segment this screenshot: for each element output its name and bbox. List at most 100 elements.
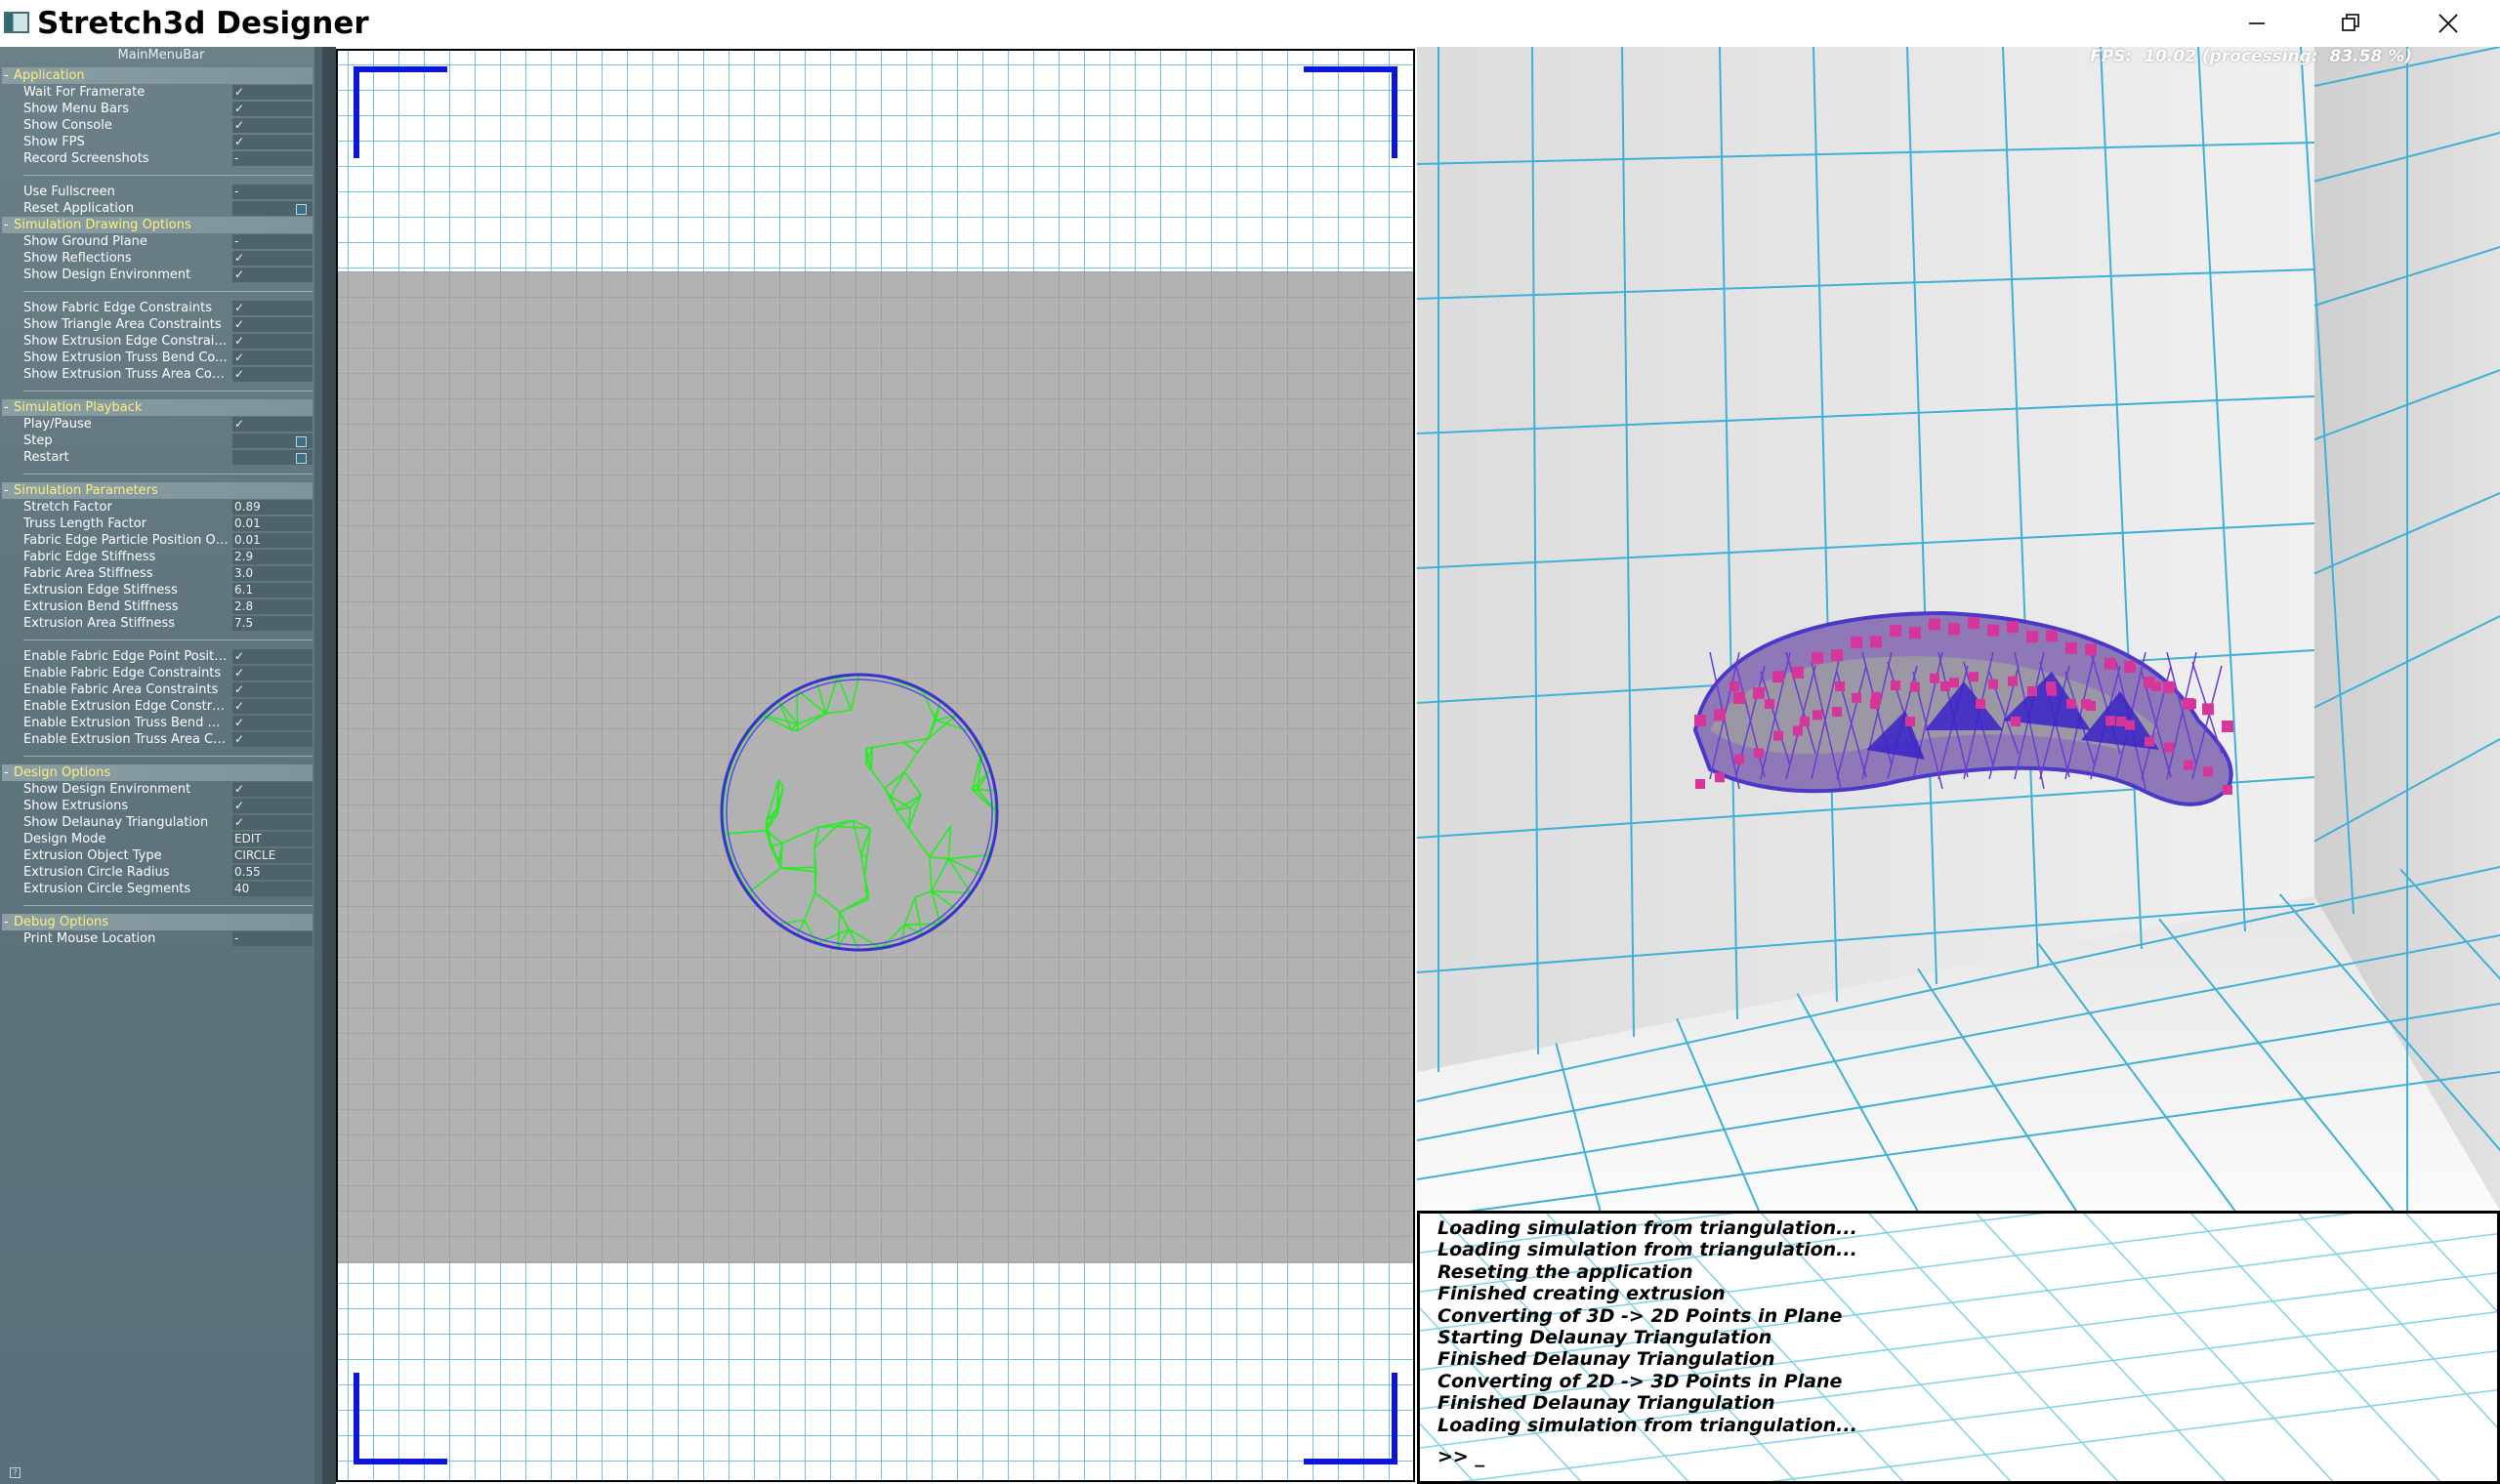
section-debug-options[interactable]: - Debug Options [2, 914, 312, 930]
menu-item-value[interactable]: 0.01 [232, 516, 312, 531]
collapse-icon[interactable]: - [4, 914, 9, 930]
menu-item-value[interactable]: 6.1 [232, 583, 312, 598]
button-square-icon[interactable] [296, 204, 307, 215]
collapse-icon[interactable]: - [4, 764, 9, 781]
menu-item-show-reflections[interactable]: Show Reflections ✓ [0, 250, 314, 267]
section-simulation-parameters[interactable]: - Simulation Parameters [2, 482, 312, 499]
menu-item-wait-for-framerate[interactable]: Wait For Framerate ✓ [0, 84, 314, 101]
console-prompt[interactable]: >> _ [1438, 1446, 1484, 1467]
menu-item-show-fabric-edge-constraints[interactable]: Show Fabric Edge Constraints ✓ [0, 300, 314, 316]
menu-item-button[interactable] [232, 201, 312, 216]
menu-item-extrusion-object-type[interactable]: Extrusion Object Type CIRCLE [0, 847, 314, 864]
menu-item-enable-fabric-edge-constraints[interactable]: Enable Fabric Edge Constraints ✓ [0, 665, 314, 681]
menu-item-checkbox[interactable]: - [232, 234, 312, 249]
menu-item-value[interactable]: 3.0 [232, 566, 312, 581]
section-design-options[interactable]: - Design Options [2, 764, 312, 781]
menu-item-value[interactable]: 7.5 [232, 616, 312, 631]
menu-item-show-design-environment[interactable]: Show Design Environment ✓ [0, 267, 314, 283]
button-square-icon[interactable] [296, 436, 307, 447]
menu-item-checkbox[interactable]: ✓ [232, 102, 312, 116]
menu-item-reset-application[interactable]: Reset Application [0, 200, 314, 217]
menu-item-value[interactable]: EDIT [232, 832, 312, 846]
menu-item-checkbox[interactable]: ✓ [232, 699, 312, 714]
menu-item-checkbox[interactable]: ✓ [232, 799, 312, 813]
menu-item-step[interactable]: Step [0, 433, 314, 449]
menu-item-value[interactable]: 2.8 [232, 599, 312, 614]
section-simulation-playback[interactable]: - Simulation Playback [2, 399, 312, 416]
menu-item-checkbox[interactable]: ✓ [232, 815, 312, 830]
menu-item-checkbox[interactable]: ✓ [232, 135, 312, 149]
section-simulation-drawing-options[interactable]: - Simulation Drawing Options [2, 217, 312, 233]
menu-item-checkbox[interactable]: - [232, 931, 312, 946]
menu-item-checkbox[interactable]: ✓ [232, 666, 312, 680]
menu-item-checkbox[interactable]: ✓ [232, 317, 312, 332]
menu-item-fabric-edge-particle-position-of[interactable]: Fabric Edge Particle Position Of... 0.01 [0, 532, 314, 549]
menu-item-show-extrusion-edge-constrain[interactable]: Show Extrusion Edge Constrain... ✓ [0, 333, 314, 350]
menu-item-restart[interactable]: Restart [0, 449, 314, 466]
menu-item-extrusion-circle-segments[interactable]: Extrusion Circle Segments 40 [0, 881, 314, 897]
menu-item-checkbox[interactable]: ✓ [232, 732, 312, 747]
menu-item-show-menu-bars[interactable]: Show Menu Bars ✓ [0, 101, 314, 117]
menu-item-button[interactable] [232, 450, 312, 465]
menu-item-checkbox[interactable]: ✓ [232, 649, 312, 664]
menu-item-show-extrusion-truss-bend-co[interactable]: Show Extrusion Truss Bend Co... ✓ [0, 350, 314, 366]
menu-item-extrusion-area-stiffness[interactable]: Extrusion Area Stiffness 7.5 [0, 615, 314, 632]
menu-item-value[interactable]: 2.9 [232, 550, 312, 564]
menu-item-play-pause[interactable]: Play/Pause ✓ [0, 416, 314, 433]
restore-button[interactable] [2297, 0, 2404, 47]
menu-item-show-ground-plane[interactable]: Show Ground Plane - [0, 233, 314, 250]
collapse-icon[interactable]: - [4, 399, 9, 416]
menu-item-checkbox[interactable]: - [232, 185, 312, 199]
collapse-icon[interactable]: - [4, 482, 9, 499]
menu-item-show-extrusion-truss-area-con[interactable]: Show Extrusion Truss Area Con... ✓ [0, 366, 314, 383]
menu-item-truss-length-factor[interactable]: Truss Length Factor 0.01 [0, 515, 314, 532]
menu-item-checkbox[interactable]: - [232, 151, 312, 166]
button-square-icon[interactable] [296, 453, 307, 464]
menu-item-value[interactable]: 0.01 [232, 533, 312, 548]
simulation-view[interactable]: FPS: 10.02 (processing: 83.58 %) [1417, 47, 2500, 1211]
menu-item-checkbox[interactable]: ✓ [232, 682, 312, 697]
menu-item-show-extrusions[interactable]: Show Extrusions ✓ [0, 798, 314, 814]
panel-scrollbar[interactable] [314, 47, 322, 1484]
menu-item-show-console[interactable]: Show Console ✓ [0, 117, 314, 134]
collapse-icon[interactable]: - [4, 217, 9, 233]
menu-item-checkbox[interactable]: ✓ [232, 118, 312, 133]
menu-item-checkbox[interactable]: ✓ [232, 716, 312, 730]
collapse-icon[interactable]: - [4, 67, 9, 84]
menu-item-enable-extrusion-truss-area-co[interactable]: Enable Extrusion Truss Area Co... ✓ [0, 731, 314, 748]
menu-item-fabric-edge-stiffness[interactable]: Fabric Edge Stiffness 2.9 [0, 549, 314, 565]
menu-item-enable-extrusion-edge-constrai[interactable]: Enable Extrusion Edge Constrai... ✓ [0, 698, 314, 715]
menu-item-show-triangle-area-constraints[interactable]: Show Triangle Area Constraints ✓ [0, 316, 314, 333]
menu-item-extrusion-circle-radius[interactable]: Extrusion Circle Radius 0.55 [0, 864, 314, 881]
menu-item-value[interactable]: 0.55 [232, 865, 312, 880]
section-application[interactable]: - Application [2, 67, 312, 84]
menu-item-checkbox[interactable]: ✓ [232, 85, 312, 100]
console-panel[interactable]: Loading simulation from triangulation...… [1417, 1211, 2500, 1484]
close-button[interactable] [2395, 0, 2500, 47]
menu-item-checkbox[interactable]: ✓ [232, 251, 312, 266]
circle-extrusion-mesh[interactable] [713, 666, 1006, 959]
menu-item-enable-fabric-area-constraints[interactable]: Enable Fabric Area Constraints ✓ [0, 681, 314, 698]
panel-divider[interactable] [322, 47, 336, 1484]
menu-item-show-design-environment[interactable]: Show Design Environment ✓ [0, 781, 314, 798]
menu-item-show-delaunay-triangulation[interactable]: Show Delaunay Triangulation ✓ [0, 814, 314, 831]
menu-item-enable-fabric-edge-point-positio[interactable]: Enable Fabric Edge Point Positio... ✓ [0, 648, 314, 665]
menu-item-checkbox[interactable]: ✓ [232, 782, 312, 797]
menu-item-design-mode[interactable]: Design Mode EDIT [0, 831, 314, 847]
menu-item-checkbox[interactable]: ✓ [232, 334, 312, 349]
menu-item-use-fullscreen[interactable]: Use Fullscreen - [0, 184, 314, 200]
menu-item-print-mouse-location[interactable]: Print Mouse Location - [0, 930, 314, 947]
menu-item-extrusion-edge-stiffness[interactable]: Extrusion Edge Stiffness 6.1 [0, 582, 314, 598]
menu-item-button[interactable] [232, 433, 312, 448]
menu-item-checkbox[interactable]: ✓ [232, 301, 312, 315]
menu-item-stretch-factor[interactable]: Stretch Factor 0.89 [0, 499, 314, 515]
menu-item-checkbox[interactable]: ✓ [232, 417, 312, 432]
design-view[interactable] [336, 49, 1415, 1482]
menu-item-show-fps[interactable]: Show FPS ✓ [0, 134, 314, 150]
menu-item-enable-extrusion-truss-bend-c[interactable]: Enable Extrusion Truss Bend C... ✓ [0, 715, 314, 731]
menu-item-value[interactable]: CIRCLE [232, 848, 312, 863]
menu-item-extrusion-bend-stiffness[interactable]: Extrusion Bend Stiffness 2.8 [0, 598, 314, 615]
minimize-button[interactable] [2203, 0, 2311, 47]
menu-item-value[interactable]: 40 [232, 882, 312, 896]
menu-item-checkbox[interactable]: ✓ [232, 367, 312, 382]
